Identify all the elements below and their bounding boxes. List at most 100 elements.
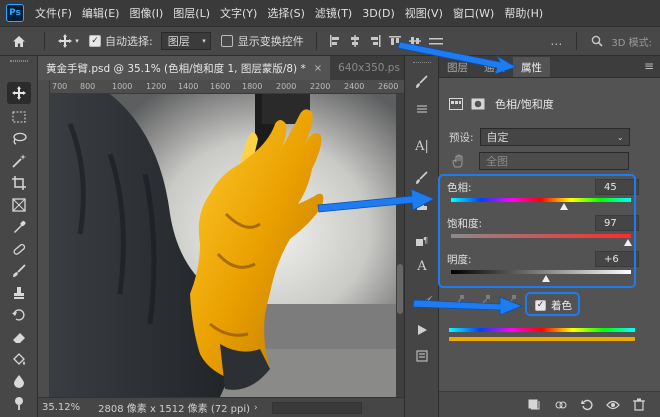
menu-help[interactable]: 帮助(H): [499, 5, 548, 21]
colorize-highlight-box: [525, 292, 580, 316]
ruler-tick-label: 1600: [210, 82, 231, 91]
menu-select[interactable]: 选择(S): [262, 5, 310, 21]
crop-tool-button[interactable]: [7, 172, 31, 194]
auto-select-target-value: 图层: [167, 35, 190, 48]
photoshop-logo-icon: Ps: [6, 4, 24, 22]
search-icon[interactable]: [591, 35, 603, 47]
document-size-info: 2808 像素 x 1512 像素 (72 ppi): [98, 404, 251, 415]
brush-tool-button[interactable]: [7, 260, 31, 282]
eyedropper-tool-button[interactable]: [7, 216, 31, 238]
align-right-icon[interactable]: [369, 35, 381, 47]
menu-bar: Ps 文件(F) 编辑(E) 图像(I) 图层(L) 文字(Y) 选择(S) 滤…: [0, 0, 660, 26]
brush-preset-icon[interactable]: [412, 168, 432, 188]
actions-icon[interactable]: [412, 320, 432, 340]
dodge-icon: [15, 397, 23, 410]
align-left-icon[interactable]: [329, 35, 341, 47]
ruler-tick-label: 2600: [378, 82, 399, 91]
paragraph-styles-icon[interactable]: ¶: [412, 232, 432, 252]
menu-image[interactable]: 图像(I): [124, 5, 168, 21]
align-middle-icon[interactable]: [408, 35, 421, 47]
menu-edit[interactable]: 编辑(E): [77, 5, 125, 21]
stamp-icon: [14, 287, 24, 299]
tab-properties[interactable]: 属性: [513, 57, 550, 77]
close-icon[interactable]: ×: [314, 63, 322, 74]
more-options-icon[interactable]: …: [550, 34, 562, 48]
tab-layers[interactable]: 图层: [439, 57, 476, 77]
trash-icon[interactable]: [631, 397, 647, 413]
image-canvas[interactable]: [50, 94, 396, 397]
transform-controls-checkbox[interactable]: [220, 35, 233, 47]
tab-gold-arm-document[interactable]: 黄金手臂.psd @ 35.1% (色相/饱和度 1, 图层蒙版/8) * ×: [38, 56, 331, 80]
menu-file[interactable]: 文件(F): [30, 5, 77, 21]
chevron-right-icon[interactable]: ›: [254, 403, 258, 413]
horizontal-scrollbar[interactable]: [271, 401, 362, 414]
character-styles-icon[interactable]: A: [412, 256, 432, 276]
preset-row: 预设: 自定 ⌄: [439, 128, 660, 146]
targeted-adjustment-hand-icon[interactable]: [451, 154, 467, 168]
vertical-ruler: [38, 80, 50, 397]
auto-select-target-dropdown[interactable]: 图层 ▾: [160, 32, 211, 50]
ruler-tick-label: 1800: [242, 82, 263, 91]
preset-dropdown[interactable]: 自定 ⌄: [479, 128, 630, 146]
paint-bucket-tool-button[interactable]: [7, 348, 31, 370]
clone-source-icon[interactable]: [412, 196, 432, 216]
bandage-icon: [13, 243, 26, 255]
channel-dropdown[interactable]: 全图: [479, 152, 629, 170]
panel-grip-icon: [10, 60, 28, 62]
menu-type[interactable]: 文字(Y): [215, 5, 262, 21]
menu-filter[interactable]: 滤镜(T): [310, 5, 357, 21]
channel-row: 全图: [439, 152, 660, 170]
dodge-tool-button[interactable]: [7, 392, 31, 414]
scrollbar-thumb[interactable]: [397, 264, 403, 314]
menu-3d[interactable]: 3D(D): [357, 7, 400, 20]
lasso-tool-button[interactable]: [7, 128, 31, 150]
canvas-vertical-scrollbar[interactable]: [396, 94, 404, 397]
ruler-tick-label: 1200: [146, 82, 167, 91]
panel-menu-icon[interactable]: ≡: [644, 59, 654, 73]
character-panel-icon[interactable]: A|: [412, 136, 432, 156]
view-previous-state-icon[interactable]: [553, 397, 569, 413]
panel-tabs: 图层 通道 属性 ≡: [439, 56, 660, 78]
channel-value: 全图: [486, 155, 508, 168]
menu-layer[interactable]: 图层(L): [168, 5, 215, 21]
stamp-tool-button[interactable]: [7, 282, 31, 304]
zoom-level[interactable]: 35.12%: [42, 402, 80, 413]
menu-view[interactable]: 视图(V): [400, 5, 448, 21]
eyedropper-icon[interactable]: [453, 294, 465, 306]
brush-settings-icon[interactable]: [412, 72, 432, 92]
marquee-tool-button[interactable]: [7, 106, 31, 128]
eyedropper-minus-icon[interactable]: [505, 294, 517, 306]
history-brush-icon: [12, 309, 25, 321]
history-brush-tool-button[interactable]: [7, 304, 31, 326]
adjustment-layer-icon: [449, 98, 463, 110]
ruler-tick-label: 2000: [276, 82, 297, 91]
reset-icon[interactable]: [579, 397, 595, 413]
quick-select-tool-button[interactable]: [7, 150, 31, 172]
notes-icon[interactable]: [412, 346, 432, 366]
healing-brush-tool-button[interactable]: [7, 238, 31, 260]
magic-wand-icon: [12, 154, 26, 168]
distribute-icon[interactable]: [428, 35, 443, 47]
tab-channels[interactable]: 通道: [476, 57, 513, 77]
blur-tool-button[interactable]: [7, 370, 31, 392]
tab-640x350-document[interactable]: 640x350.ps: [330, 56, 408, 80]
paint-bucket-icon: [13, 353, 25, 365]
glyphs-icon[interactable]: 𝒜: [412, 292, 432, 312]
move-tool-button[interactable]: [7, 82, 31, 104]
ruler-tick-label: 1000: [112, 82, 133, 91]
align-top-icon[interactable]: [388, 35, 401, 47]
move-tool-icon[interactable]: ▾: [51, 33, 85, 49]
align-center-icon[interactable]: [349, 35, 361, 47]
frame-tool-button[interactable]: [7, 194, 31, 216]
home-icon[interactable]: [0, 26, 38, 56]
eyedropper-plus-icon[interactable]: [479, 294, 491, 306]
input-color-bar: [449, 328, 635, 332]
clip-to-layer-icon[interactable]: [527, 397, 543, 413]
eraser-tool-button[interactable]: [7, 326, 31, 348]
menu-window[interactable]: 窗口(W): [448, 5, 499, 21]
auto-select-checkbox[interactable]: ✓: [89, 35, 101, 47]
chevron-down-icon: ⌄: [616, 132, 624, 142]
paragraph-icon[interactable]: [412, 100, 432, 120]
preset-value: 自定: [486, 131, 509, 144]
visibility-eye-icon[interactable]: [605, 397, 621, 413]
